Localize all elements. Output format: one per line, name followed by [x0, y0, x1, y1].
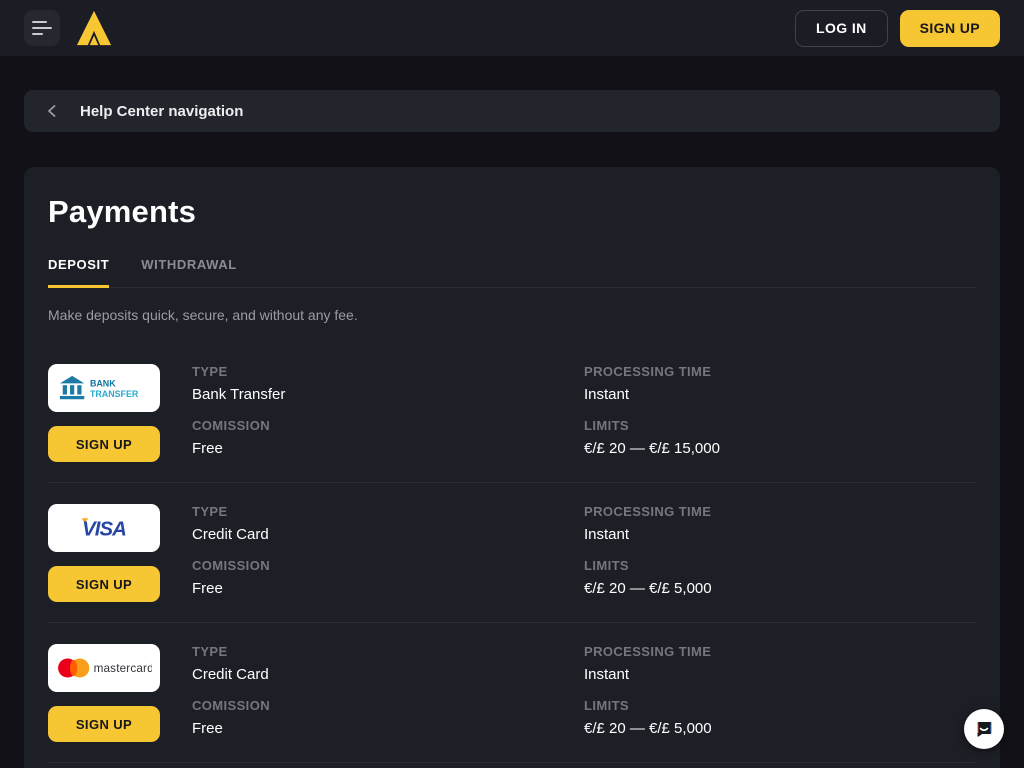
signup-button-header[interactable]: SIGN UP [900, 10, 1000, 47]
type-value: Credit Card [192, 526, 584, 543]
row-fields: TYPE Credit Card COMISSION Free PROCESSI… [192, 644, 976, 742]
chat-launcher-button[interactable] [964, 709, 1004, 749]
commission-value: Free [192, 720, 584, 737]
commission-label: COMISSION [192, 418, 584, 433]
payment-row-mastercard: mastercard SIGN UP TYPE Credit Card COMI… [48, 623, 976, 763]
processing-time-label: PROCESSING TIME [584, 364, 976, 379]
deposit-description: Make deposits quick, secure, and without… [48, 307, 976, 323]
signup-button-bank-transfer[interactable]: SIGN UP [48, 426, 160, 462]
payment-row-visa: VISA SIGN UP TYPE Credit Card COMISSION … [48, 483, 976, 623]
type-label: TYPE [192, 504, 584, 519]
field-type: TYPE Credit Card [192, 504, 584, 543]
payment-row-bank-transfer: BANK TRANSFER SIGN UP TYPE Bank Transfer… [48, 343, 976, 483]
field-limits: LIMITS €/£ 20 — €/£ 15,000 [584, 418, 976, 457]
payments-tabs: DEPOSIT WITHDRAWAL [48, 257, 976, 288]
field-commission: COMISSION Free [192, 558, 584, 597]
bank-transfer-logo: BANK TRANSFER [48, 364, 160, 412]
signup-button-mastercard[interactable]: SIGN UP [48, 706, 160, 742]
login-button[interactable]: LOG IN [795, 10, 888, 47]
type-label: TYPE [192, 644, 584, 659]
type-value: Credit Card [192, 666, 584, 683]
processing-time-value: Instant [584, 526, 976, 543]
a-logo-icon [75, 9, 113, 47]
brand-logo[interactable] [74, 8, 114, 48]
processing-time-value: Instant [584, 666, 976, 683]
processing-time-value: Instant [584, 386, 976, 403]
tab-withdrawal[interactable]: WITHDRAWAL [141, 257, 237, 288]
chat-bubble-icon [973, 718, 995, 740]
commission-value: Free [192, 440, 584, 457]
visa-logo-icon: VISA [70, 516, 138, 540]
commission-label: COMISSION [192, 558, 584, 573]
payments-card: Payments DEPOSIT WITHDRAWAL Make deposit… [24, 167, 1000, 768]
mastercard-logo: mastercard [48, 644, 160, 692]
commission-value: Free [192, 580, 584, 597]
hamburger-menu-icon[interactable] [24, 10, 60, 46]
help-nav-title: Help Center navigation [80, 103, 243, 120]
back-chevron-icon[interactable] [40, 99, 64, 123]
field-limits: LIMITS €/£ 20 — €/£ 5,000 [584, 558, 976, 597]
field-type: TYPE Bank Transfer [192, 364, 584, 403]
svg-text:TRANSFER: TRANSFER [90, 389, 139, 399]
top-header: LOG IN SIGN UP [0, 0, 1024, 56]
row-fields: TYPE Bank Transfer COMISSION Free PROCES… [192, 364, 976, 462]
limits-value: €/£ 20 — €/£ 5,000 [584, 720, 976, 737]
svg-text:VISA: VISA [82, 518, 126, 540]
bank-transfer-logo-icon: BANK TRANSFER [59, 374, 149, 402]
limits-value: €/£ 20 — €/£ 5,000 [584, 580, 976, 597]
type-label: TYPE [192, 364, 584, 379]
payment-row-partial [48, 763, 976, 768]
mastercard-logo-icon: mastercard [56, 655, 152, 681]
field-processing-time: PROCESSING TIME Instant [584, 364, 976, 403]
svg-text:mastercard: mastercard [94, 662, 152, 675]
signup-button-visa[interactable]: SIGN UP [48, 566, 160, 602]
limits-value: €/£ 20 — €/£ 15,000 [584, 440, 976, 457]
field-limits: LIMITS €/£ 20 — €/£ 5,000 [584, 698, 976, 737]
help-center-nav-bar[interactable]: Help Center navigation [24, 90, 1000, 132]
visa-logo: VISA [48, 504, 160, 552]
field-processing-time: PROCESSING TIME Instant [584, 644, 976, 683]
processing-time-label: PROCESSING TIME [584, 504, 976, 519]
field-type: TYPE Credit Card [192, 644, 584, 683]
row-left-column: BANK TRANSFER SIGN UP [48, 364, 160, 462]
tab-deposit[interactable]: DEPOSIT [48, 257, 109, 288]
limits-label: LIMITS [584, 418, 976, 433]
field-processing-time: PROCESSING TIME Instant [584, 504, 976, 543]
svg-text:BANK: BANK [90, 379, 116, 389]
field-commission: COMISSION Free [192, 418, 584, 457]
page-title: Payments [48, 194, 976, 230]
processing-time-label: PROCESSING TIME [584, 644, 976, 659]
limits-label: LIMITS [584, 558, 976, 573]
field-commission: COMISSION Free [192, 698, 584, 737]
commission-label: COMISSION [192, 698, 584, 713]
row-fields: TYPE Credit Card COMISSION Free PROCESSI… [192, 504, 976, 602]
limits-label: LIMITS [584, 698, 976, 713]
row-left-column: VISA SIGN UP [48, 504, 160, 602]
row-left-column: mastercard SIGN UP [48, 644, 160, 742]
type-value: Bank Transfer [192, 386, 584, 403]
payment-methods-list: BANK TRANSFER SIGN UP TYPE Bank Transfer… [48, 343, 976, 768]
